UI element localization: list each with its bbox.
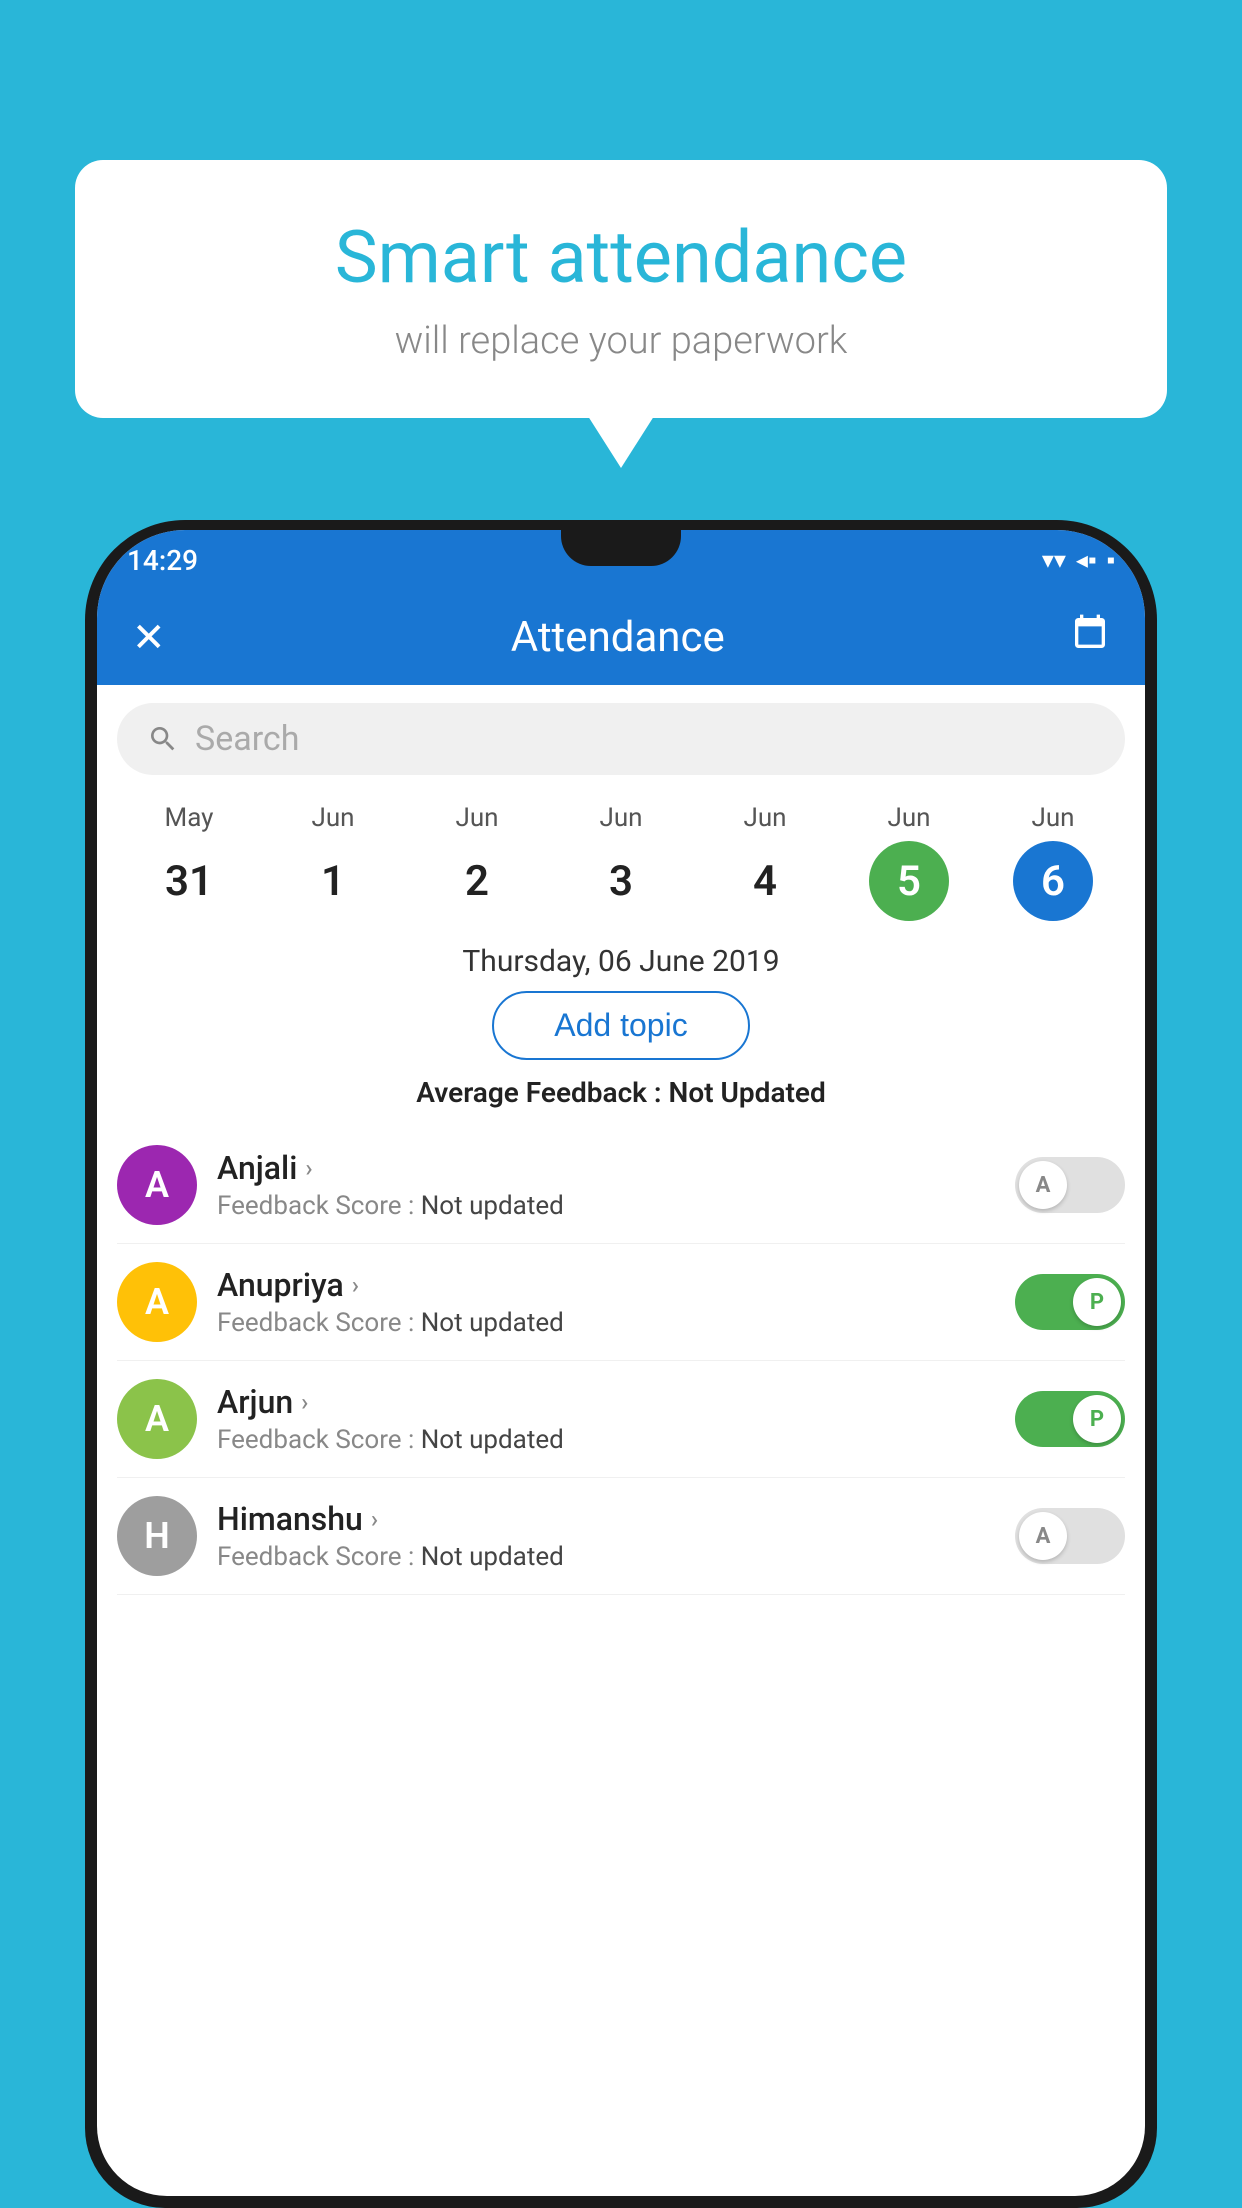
student-info: Anjali › Feedback Score : Not updated	[217, 1149, 995, 1221]
student-item[interactable]: A Anupriya › Feedback Score : Not updated P	[117, 1244, 1125, 1361]
header-title: Attendance	[511, 613, 725, 662]
phone-frame: 14:29 ▾▾ ◂▪ ▪ ✕ Attendance Search	[85, 520, 1157, 2208]
avg-feedback-label: Average Feedback :	[416, 1076, 668, 1109]
student-avatar: H	[117, 1496, 197, 1576]
student-info: Anupriya › Feedback Score : Not updated	[217, 1266, 995, 1338]
toggle-thumb: A	[1019, 1512, 1067, 1560]
cal-month-label: Jun	[311, 803, 354, 833]
calendar-strip: May 31 Jun 1 Jun 2 Jun 3 Jun 4 Jun 5 Jun 6	[97, 793, 1145, 926]
attendance-toggle[interactable]: A	[1015, 1157, 1125, 1213]
calendar-day[interactable]: Jun 5	[869, 803, 949, 921]
calendar-day[interactable]: Jun 1	[293, 803, 373, 921]
calendar-day[interactable]: Jun 6	[1013, 803, 1093, 921]
bubble-subtitle: will replace your paperwork	[135, 319, 1107, 363]
student-name[interactable]: Himanshu ›	[217, 1500, 995, 1538]
calendar-day[interactable]: Jun 4	[725, 803, 805, 921]
cal-date-label[interactable]: 5	[869, 841, 949, 921]
signal-icon: ◂▪	[1076, 546, 1097, 575]
toggle-thumb: P	[1073, 1278, 1121, 1326]
avg-feedback-value: Not Updated	[669, 1076, 826, 1109]
student-item[interactable]: H Himanshu › Feedback Score : Not updated A	[117, 1478, 1125, 1595]
toggle-thumb: P	[1073, 1395, 1121, 1443]
bubble-title: Smart attendance	[135, 215, 1107, 301]
phone-notch	[561, 530, 681, 566]
cal-month-label: Jun	[455, 803, 498, 833]
phone-screen: 14:29 ▾▾ ◂▪ ▪ ✕ Attendance Search	[97, 530, 1145, 2196]
student-avatar: A	[117, 1262, 197, 1342]
selected-date-label: Thursday, 06 June 2019	[97, 944, 1145, 979]
student-info: Himanshu › Feedback Score : Not updated	[217, 1500, 995, 1572]
status-time: 14:29	[127, 544, 198, 577]
student-feedback: Feedback Score : Not updated	[217, 1425, 995, 1455]
toggle[interactable]: P	[1015, 1391, 1125, 1447]
toggle[interactable]: A	[1015, 1508, 1125, 1564]
add-topic-button[interactable]: Add topic	[492, 991, 749, 1060]
wifi-icon: ▾▾	[1042, 546, 1066, 574]
student-info: Arjun › Feedback Score : Not updated	[217, 1383, 995, 1455]
calendar-day[interactable]: May 31	[149, 803, 229, 921]
student-name[interactable]: Anjali ›	[217, 1149, 995, 1187]
search-bar[interactable]: Search	[117, 703, 1125, 775]
student-name[interactable]: Anupriya ›	[217, 1266, 995, 1304]
cal-date-label[interactable]: 1	[293, 841, 373, 921]
student-feedback: Feedback Score : Not updated	[217, 1542, 995, 1572]
attendance-toggle[interactable]: P	[1015, 1274, 1125, 1330]
calendar-day[interactable]: Jun 2	[437, 803, 517, 921]
cal-date-label[interactable]: 4	[725, 841, 805, 921]
search-input[interactable]: Search	[195, 719, 299, 759]
toggle-thumb: A	[1019, 1161, 1067, 1209]
cal-month-label: Jun	[599, 803, 642, 833]
cal-month-label: May	[165, 803, 214, 833]
cal-month-label: Jun	[743, 803, 786, 833]
search-icon	[147, 723, 179, 755]
calendar-day[interactable]: Jun 3	[581, 803, 661, 921]
chevron-right-icon: ›	[301, 1388, 308, 1416]
student-list: AAnjali ›Feedback Score : Not updatedAAA…	[97, 1127, 1145, 1595]
cal-date-label[interactable]: 6	[1013, 841, 1093, 921]
cal-date-label[interactable]: 31	[149, 841, 229, 921]
speech-bubble: Smart attendance will replace your paper…	[75, 160, 1167, 418]
avg-feedback: Average Feedback : Not Updated	[97, 1076, 1145, 1109]
toggle[interactable]: P	[1015, 1274, 1125, 1330]
attendance-toggle[interactable]: P	[1015, 1391, 1125, 1447]
student-item[interactable]: A Arjun › Feedback Score : Not updated P	[117, 1361, 1125, 1478]
student-feedback: Feedback Score : Not updated	[217, 1308, 995, 1338]
calendar-icon[interactable]	[1070, 613, 1110, 662]
cal-date-label[interactable]: 3	[581, 841, 661, 921]
status-icons: ▾▾ ◂▪ ▪	[1042, 546, 1115, 575]
battery-icon: ▪	[1106, 546, 1115, 575]
student-avatar: A	[117, 1379, 197, 1459]
cal-month-label: Jun	[887, 803, 930, 833]
chevron-right-icon: ›	[371, 1505, 378, 1533]
student-feedback: Feedback Score : Not updated	[217, 1191, 995, 1221]
cal-date-label[interactable]: 2	[437, 841, 517, 921]
chevron-right-icon: ›	[352, 1271, 359, 1299]
attendance-toggle[interactable]: A	[1015, 1508, 1125, 1564]
toggle[interactable]: A	[1015, 1157, 1125, 1213]
chevron-right-icon: ›	[305, 1154, 312, 1182]
student-item[interactable]: A Anjali › Feedback Score : Not updated A	[117, 1127, 1125, 1244]
close-button[interactable]: ✕	[132, 614, 166, 661]
cal-month-label: Jun	[1031, 803, 1074, 833]
student-name[interactable]: Arjun ›	[217, 1383, 995, 1421]
app-header: ✕ Attendance	[97, 590, 1145, 685]
student-avatar: A	[117, 1145, 197, 1225]
